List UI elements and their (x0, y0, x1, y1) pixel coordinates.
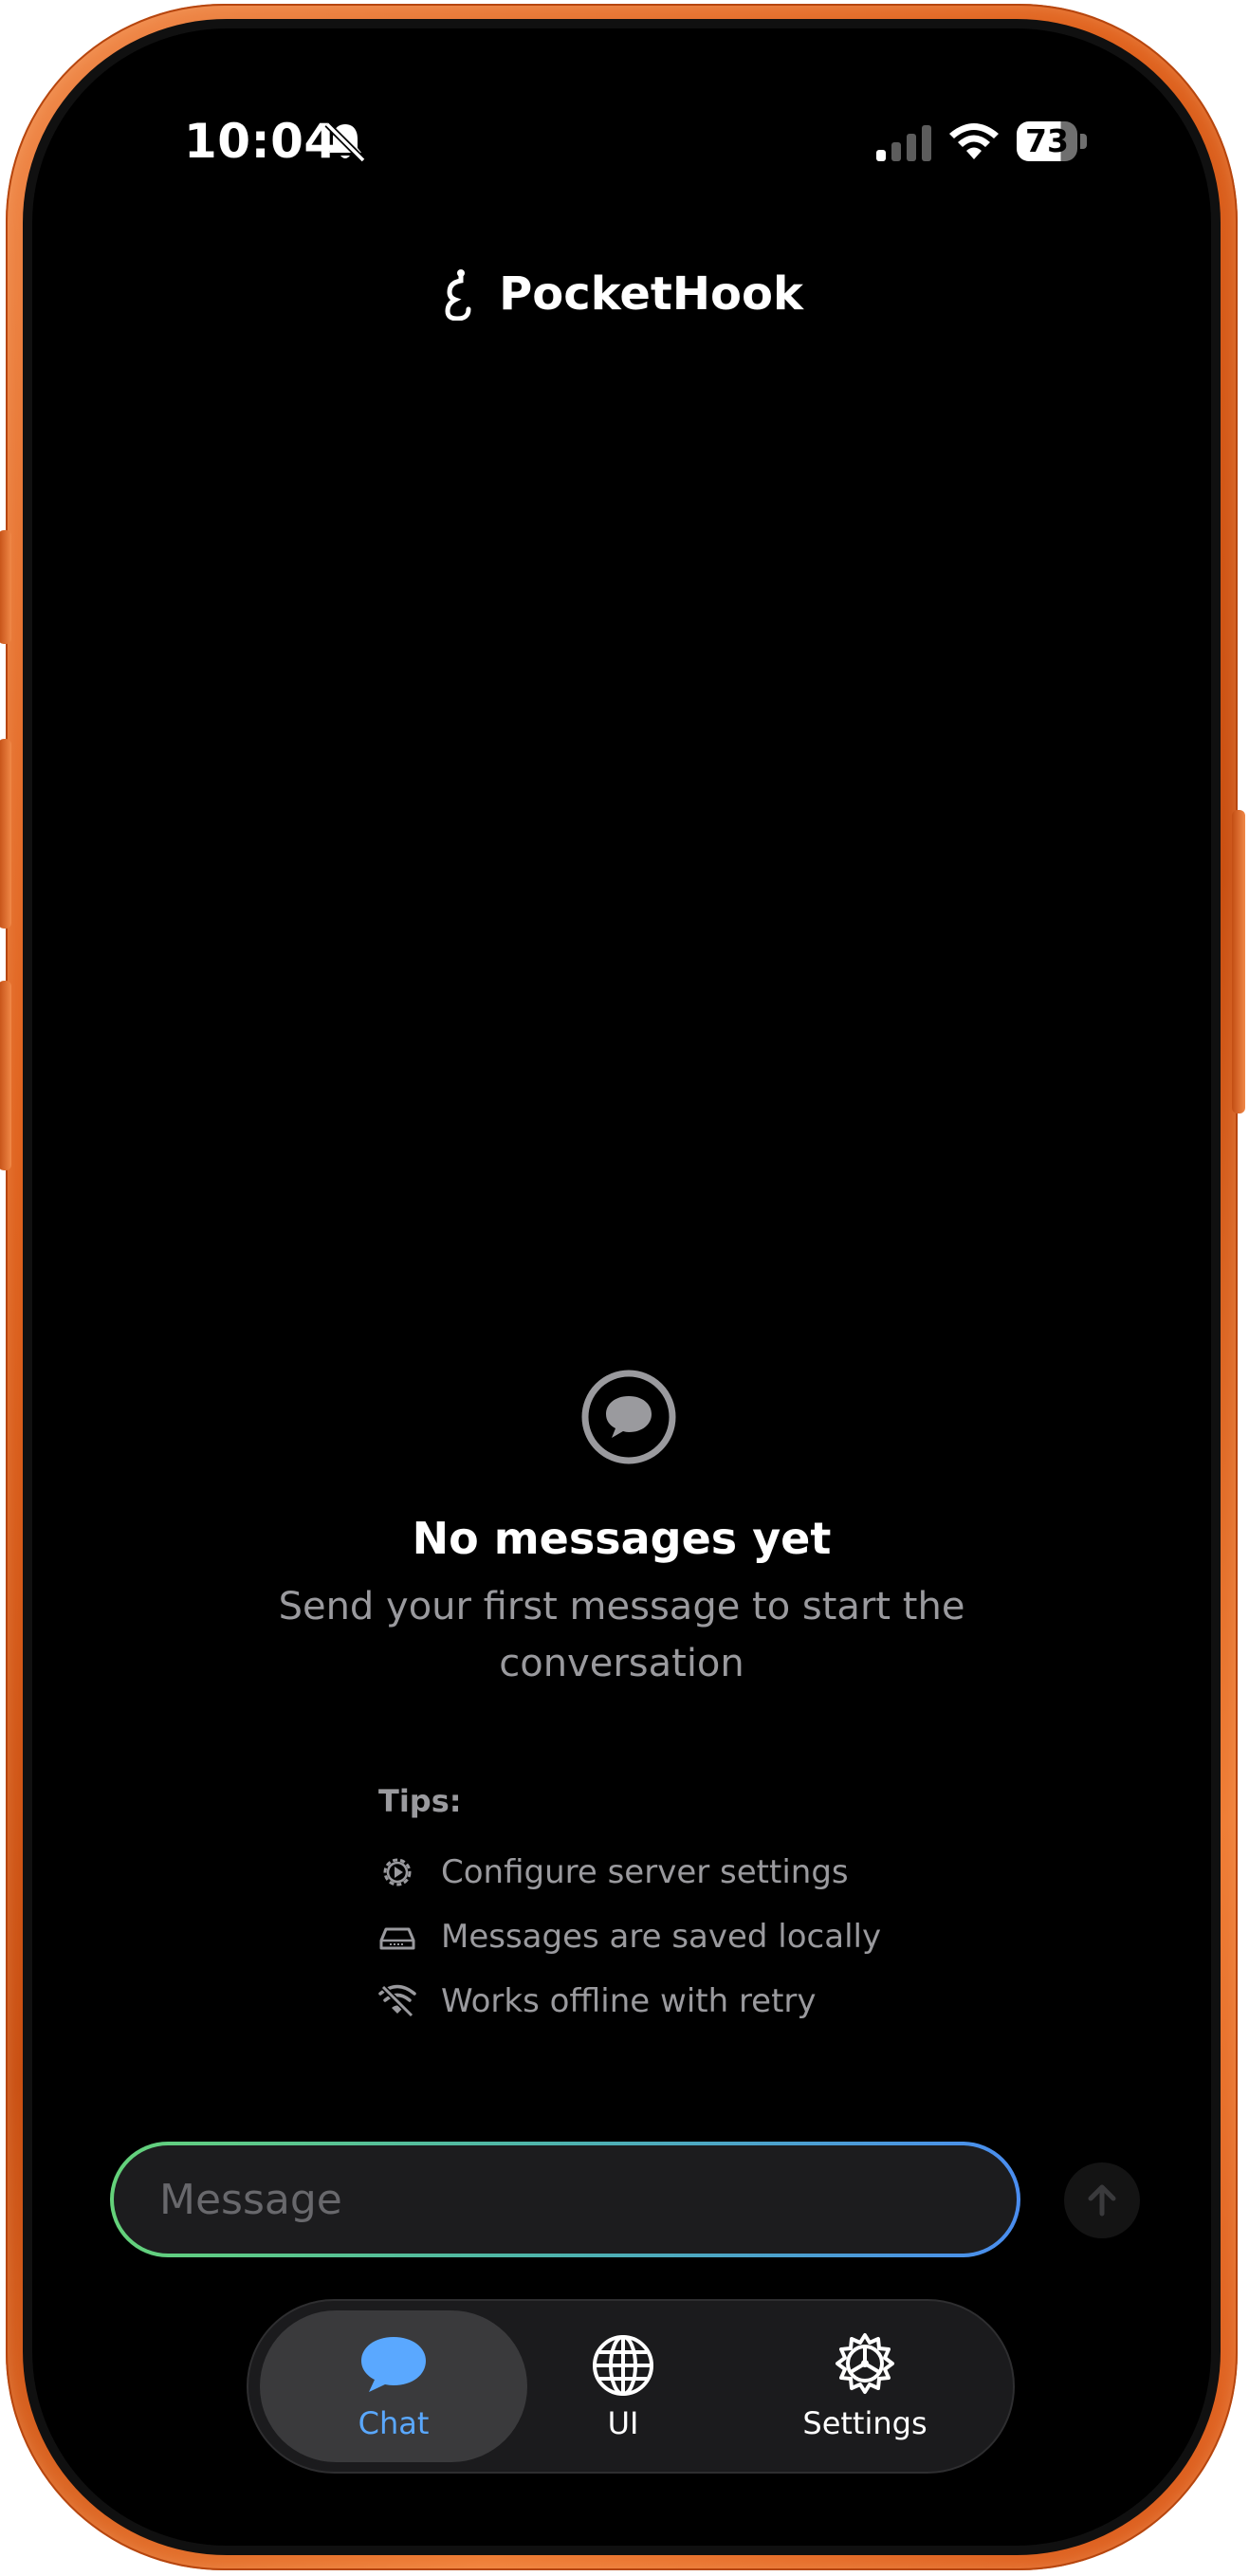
volume-down-button (0, 981, 11, 1170)
battery-nub (1080, 134, 1087, 149)
power-button (1232, 810, 1245, 1113)
message-input[interactable] (157, 2174, 926, 2225)
storage-icon (379, 1927, 415, 1950)
app-title: PocketHook (499, 267, 803, 321)
app-header: PocketHook (32, 256, 1211, 332)
tab-ui[interactable]: UI (533, 2310, 713, 2462)
tips-label: Tips: (378, 1783, 462, 1819)
gear-icon (836, 2333, 894, 2394)
tip-item: Works offline with retry (378, 1969, 881, 2033)
wifi-off-icon (378, 1984, 416, 2018)
chat-bubble-icon (361, 2337, 426, 2392)
empty-state-title: No messages yet (412, 1513, 832, 1564)
tip-text: Works offline with retry (441, 1982, 817, 2020)
battery-icon: 73 (1017, 121, 1077, 161)
tab-chat[interactable]: Chat (260, 2310, 527, 2462)
globe-icon (593, 2335, 653, 2396)
tab-label: Settings (802, 2405, 928, 2441)
send-button[interactable] (1064, 2162, 1140, 2238)
hook-icon (445, 269, 471, 321)
waveform-icon[interactable] (926, 2173, 975, 2226)
arrow-up-icon (1088, 2184, 1116, 2217)
device-frame: 10:04 73 PocketHook No messages yet Send… (0, 4, 1245, 2570)
action-button (0, 530, 11, 644)
tab-label: Chat (358, 2405, 430, 2441)
composer-field (114, 2145, 1017, 2254)
screen: 10:04 73 PocketHook No messages yet Send… (32, 28, 1211, 2546)
tip-text: Messages are saved locally (441, 1918, 882, 1956)
tip-item: Configure server settings (378, 1840, 881, 1904)
tab-settings[interactable]: Settings (742, 2310, 988, 2462)
empty-state-subtitle: Send your first message to start the con… (278, 1585, 965, 1685)
tips-section: Tips: Configure server settings Messages… (378, 1783, 881, 2033)
chat-bubble-icon (581, 1370, 676, 1464)
volume-up-button (0, 739, 11, 929)
status-time: 10:04 (184, 114, 338, 169)
bell-slash-icon (324, 121, 366, 163)
tip-text: Configure server settings (441, 1853, 849, 1891)
signal-icon (876, 125, 931, 161)
tip-item: Messages are saved locally (378, 1904, 881, 1969)
wifi-icon (949, 123, 999, 159)
message-composer (110, 2142, 1020, 2257)
gear-play-icon (383, 1858, 412, 1886)
tab-label: UI (607, 2405, 639, 2441)
battery-percent: 73 (1025, 122, 1069, 159)
tab-bar: Chat UI Settings (247, 2299, 1015, 2474)
